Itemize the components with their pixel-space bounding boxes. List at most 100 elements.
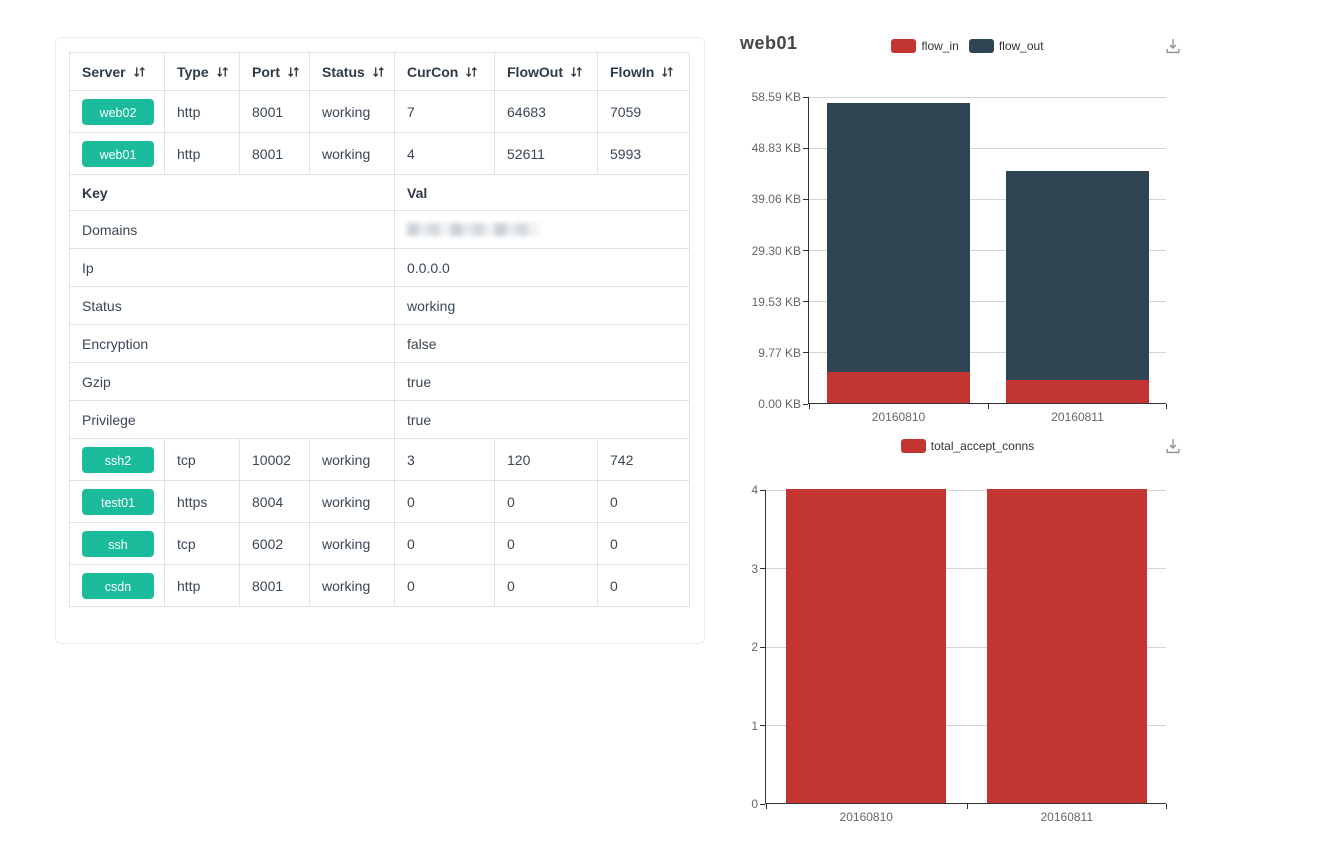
y-axis-tick <box>803 97 808 98</box>
y-axis-tick <box>803 301 808 302</box>
y-axis-tick <box>760 725 765 726</box>
legend-label: flow_in <box>921 39 958 53</box>
x-axis-label: 20160811 <box>1051 410 1104 424</box>
curcon-cell: 0 <box>395 523 495 565</box>
column-header-status[interactable]: Status <box>310 53 395 91</box>
flowout-cell: 0 <box>495 523 598 565</box>
chart-total-accept-conns: total_accept_conns 012342016081020160811 <box>735 425 1200 840</box>
legend-item-flow_out[interactable]: flow_out <box>969 39 1044 53</box>
plot-area: 012342016081020160811 <box>765 490 1166 804</box>
flowout-cell: 0 <box>495 481 598 523</box>
server-cell: csdn <box>70 565 165 607</box>
server-badge[interactable]: web02 <box>82 99 154 125</box>
x-axis-tick <box>1166 404 1167 409</box>
port-cell: 10002 <box>240 439 310 481</box>
detail-val-cell: false <box>395 325 690 363</box>
legend-item-total_accept_conns[interactable]: total_accept_conns <box>901 439 1034 453</box>
server-badge[interactable]: test01 <box>82 489 154 515</box>
save-as-image-button[interactable] <box>1162 435 1184 457</box>
curcon-cell: 3 <box>395 439 495 481</box>
server-table-card: ServerTypePortStatusCurConFlowOutFlowIn … <box>55 37 705 644</box>
sort-icon <box>465 65 478 79</box>
y-axis-label: 39.06 KB <box>752 192 801 206</box>
table-row: web01http8001working4526115993 <box>70 133 690 175</box>
detail-val-cell: true <box>395 363 690 401</box>
legend-swatch <box>891 39 916 53</box>
detail-val-cell: working <box>395 287 690 325</box>
legend-swatch <box>901 439 926 453</box>
table-row: csdnhttp8001working000 <box>70 565 690 607</box>
key-header: Key <box>70 175 395 211</box>
server-badge[interactable]: csdn <box>82 573 154 599</box>
table-row: web02http8001working7646837059 <box>70 91 690 133</box>
server-cell: web01 <box>70 133 165 175</box>
save-as-image-button[interactable] <box>1162 35 1184 57</box>
flowout-cell: 64683 <box>495 91 598 133</box>
detail-val-cell: true <box>395 401 690 439</box>
detail-key-cell: Encryption <box>70 325 395 363</box>
column-header-flowout[interactable]: FlowOut <box>495 53 598 91</box>
sort-icon <box>287 65 300 79</box>
type-cell: tcp <box>165 523 240 565</box>
status-cell: working <box>310 439 395 481</box>
curcon-cell: 0 <box>395 481 495 523</box>
page: { "colors": { "badge_green": "#1abc9c", … <box>0 0 1339 860</box>
bar-total_accept_conns-20160811 <box>987 489 1147 803</box>
bar-flow_in-20160811 <box>1006 380 1149 403</box>
x-axis-tick <box>967 804 968 809</box>
flowout-cell: 120 <box>495 439 598 481</box>
table-row: sshtcp6002working000 <box>70 523 690 565</box>
type-cell: tcp <box>165 439 240 481</box>
x-axis-label: 20160811 <box>1041 810 1094 824</box>
flowin-cell: 742 <box>598 439 690 481</box>
column-header-label: Server <box>82 64 126 80</box>
y-axis-label: 1 <box>751 719 758 733</box>
server-badge[interactable]: web01 <box>82 141 154 167</box>
y-axis-label: 48.83 KB <box>752 141 801 155</box>
redacted-value <box>407 223 539 236</box>
x-axis-tick <box>988 404 989 409</box>
flowin-cell: 0 <box>598 523 690 565</box>
server-cell: ssh2 <box>70 439 165 481</box>
server-cell: web02 <box>70 91 165 133</box>
server-cell: ssh <box>70 523 165 565</box>
column-header-port[interactable]: Port <box>240 53 310 91</box>
column-header-label: FlowOut <box>507 64 563 80</box>
column-header-type[interactable]: Type <box>165 53 240 91</box>
column-header-label: Type <box>177 64 209 80</box>
server-badge[interactable]: ssh <box>82 531 154 557</box>
y-axis-tick <box>760 804 765 805</box>
server-table: ServerTypePortStatusCurConFlowOutFlowIn … <box>69 52 690 607</box>
y-axis-label: 58.59 KB <box>752 90 801 104</box>
curcon-cell: 4 <box>395 133 495 175</box>
detail-key-cell: Gzip <box>70 363 395 401</box>
flowin-cell: 7059 <box>598 91 690 133</box>
chart-legend: flow_in flow_out <box>735 39 1200 53</box>
column-header-label: Port <box>252 64 280 80</box>
column-header-flowin[interactable]: FlowIn <box>598 53 690 91</box>
y-axis-label: 2 <box>751 640 758 654</box>
y-axis-tick <box>760 647 765 648</box>
chart-web01-flow: web01 flow_inflow_out 0.00 KB9.77 KB19.5… <box>735 25 1200 435</box>
x-axis-tick <box>1166 804 1167 809</box>
type-cell: http <box>165 565 240 607</box>
detail-val-cell <box>395 211 690 249</box>
server-badge[interactable]: ssh2 <box>82 447 154 473</box>
server-cell: test01 <box>70 481 165 523</box>
legend-item-flow_in[interactable]: flow_in <box>891 39 958 53</box>
val-header: Val <box>395 175 690 211</box>
gridline <box>809 97 1166 98</box>
x-axis-label: 20160810 <box>840 810 893 824</box>
bar-flow_in-20160810 <box>827 372 970 403</box>
type-cell: http <box>165 91 240 133</box>
column-header-server[interactable]: Server <box>70 53 165 91</box>
y-axis-tick <box>803 352 808 353</box>
y-axis-label: 3 <box>751 562 758 576</box>
sort-icon <box>661 65 674 79</box>
x-axis-label: 20160810 <box>872 410 925 424</box>
column-header-curcon[interactable]: CurCon <box>395 53 495 91</box>
detail-key-cell: Status <box>70 287 395 325</box>
column-header-label: CurCon <box>407 64 458 80</box>
y-axis-label: 9.77 KB <box>758 346 801 360</box>
x-axis-tick <box>809 404 810 409</box>
